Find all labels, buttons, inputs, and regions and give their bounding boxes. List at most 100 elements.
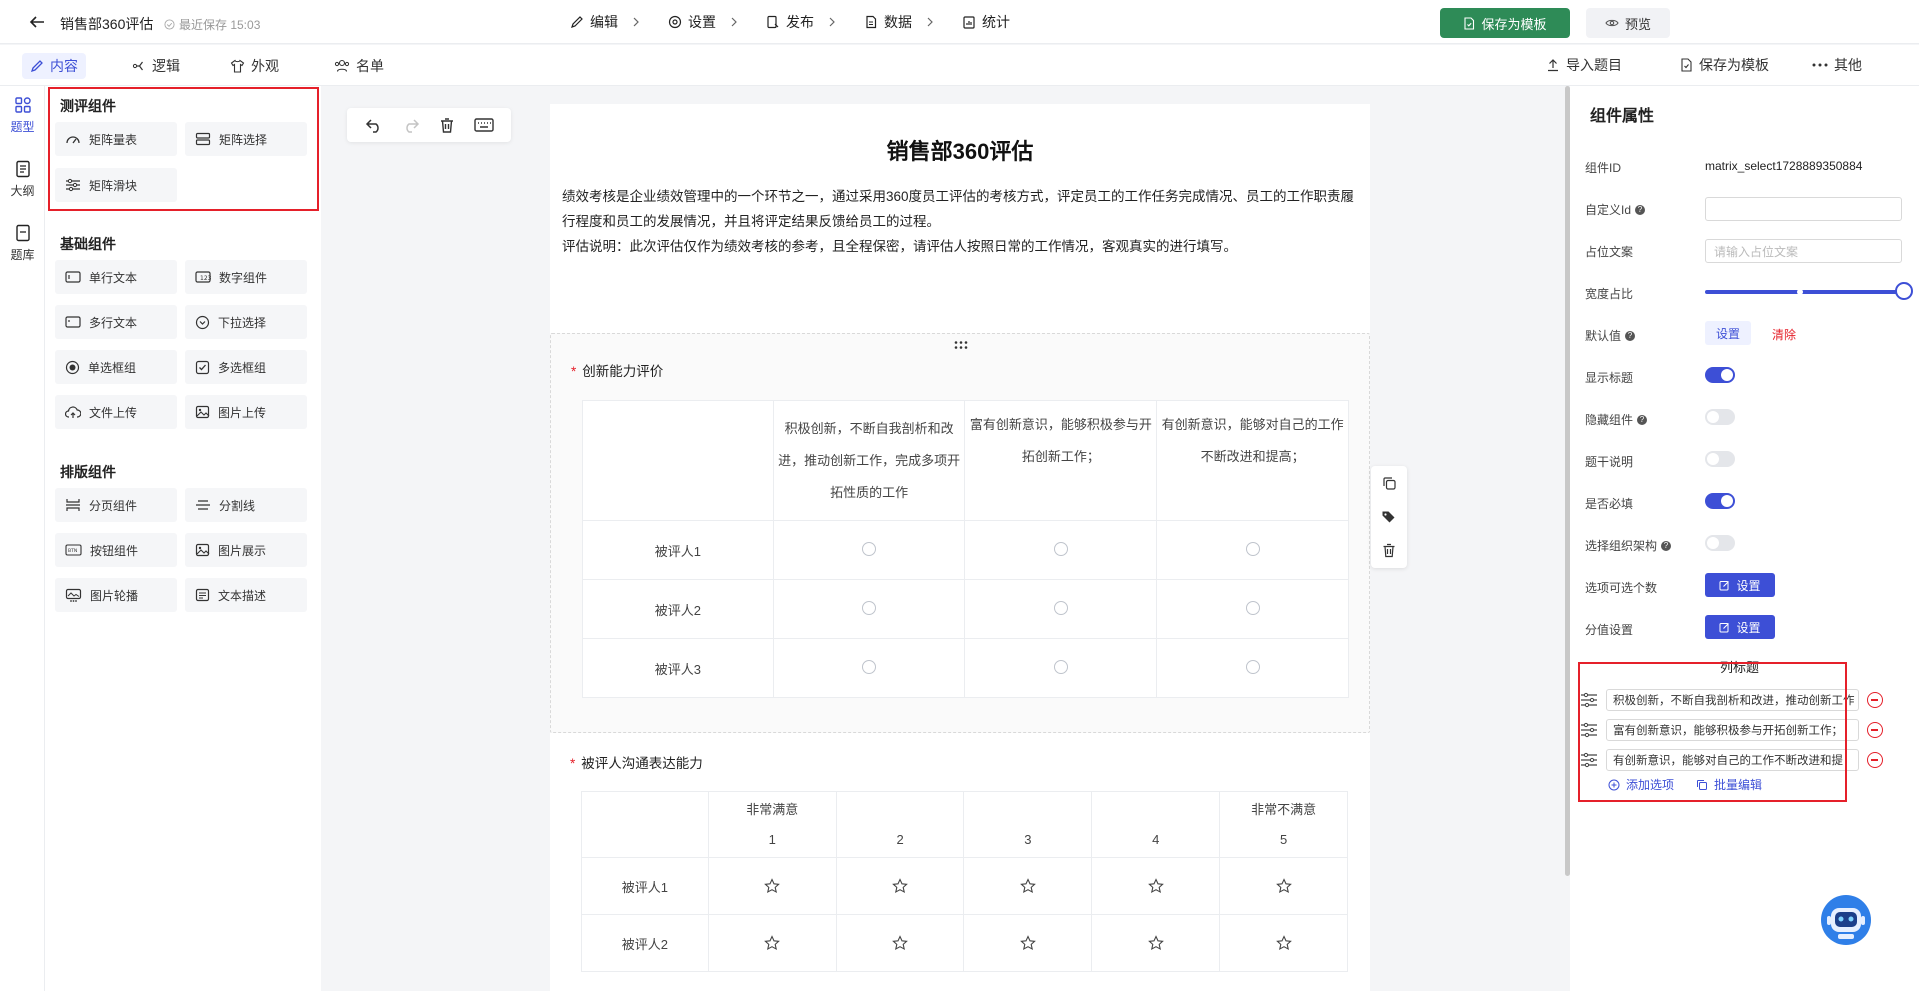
component-matrix-select[interactable]: 矩阵选择 (185, 122, 307, 156)
save-template-tool-button[interactable]: 保存为模板 (1680, 55, 1769, 75)
remove-option-icon[interactable] (1867, 752, 1883, 768)
default-clear-link[interactable]: 清除 (1772, 326, 1796, 343)
preview-button[interactable]: 预览 (1586, 8, 1670, 38)
question-block-selected[interactable]: * 创新能力评价 积极创新，不断自我剖析和改进，推动创新工作，完成多项开拓性质的工… (550, 333, 1370, 733)
rating-cell[interactable] (1091, 857, 1221, 915)
star-icon[interactable] (1147, 878, 1164, 894)
rating-cell[interactable] (835, 857, 965, 915)
score-set-button[interactable]: 设置 (1705, 615, 1775, 639)
help-icon[interactable]: ? (1637, 414, 1648, 425)
matrix-cell[interactable] (964, 638, 1158, 698)
matrix-cell[interactable] (964, 579, 1158, 639)
undo-icon[interactable] (365, 117, 383, 133)
import-questions-button[interactable]: 导入题目 (1546, 55, 1622, 75)
drag-sliders-icon[interactable] (1580, 722, 1598, 738)
nav-question-types[interactable]: 题型 (0, 96, 45, 135)
radio-option[interactable] (1245, 541, 1260, 556)
component-radio-group[interactable]: 单选框组 (55, 350, 177, 384)
step-data[interactable]: 数据 (864, 12, 912, 32)
component-number[interactable]: 123 数字组件 (185, 260, 307, 294)
rating-cell[interactable] (1219, 857, 1348, 915)
rating-cell[interactable] (1219, 914, 1348, 972)
component-matrix-slider[interactable]: 矩阵滑块 (55, 168, 177, 202)
drag-handle-icon[interactable] (953, 340, 969, 350)
hide-component-toggle[interactable] (1705, 409, 1735, 425)
component-matrix-scale[interactable]: 矩阵量表 (55, 122, 177, 156)
column-title-input[interactable]: 有创新意识，能够对自己的工作不断改进和提 (1606, 749, 1859, 771)
radio-option[interactable] (1053, 659, 1068, 674)
drag-sliders-icon[interactable] (1580, 752, 1598, 768)
component-button[interactable]: BTN 按钮组件 (55, 533, 177, 567)
rating-cell[interactable] (707, 857, 837, 915)
tags-icon[interactable] (1381, 510, 1397, 524)
add-option-button[interactable]: 添加选项 (1608, 776, 1674, 793)
rating-cell[interactable] (963, 914, 1093, 972)
redo-icon[interactable] (402, 117, 420, 133)
remove-option-icon[interactable] (1867, 692, 1883, 708)
nav-question-bank[interactable]: 题库 (0, 224, 45, 263)
options-count-set-button[interactable]: 设置 (1705, 573, 1775, 597)
star-icon[interactable] (1275, 935, 1292, 951)
component-checkbox-group[interactable]: 多选框组 (185, 350, 307, 384)
delete-icon[interactable] (1382, 543, 1396, 558)
step-edit[interactable]: 编辑 (570, 12, 618, 32)
matrix-cell[interactable] (772, 638, 966, 698)
batch-edit-button[interactable]: 批量编辑 (1696, 776, 1762, 793)
matrix-cell[interactable] (1156, 520, 1349, 580)
custom-id-input[interactable] (1705, 197, 1902, 221)
width-slider-track[interactable] (1705, 290, 1903, 294)
placeholder-input[interactable]: 请输入占位文案 (1705, 239, 1902, 263)
component-image-upload[interactable]: 图片上传 (185, 395, 307, 429)
star-icon[interactable] (1147, 935, 1164, 951)
column-title-input[interactable]: 富有创新意识，能够积极参与开拓创新工作； (1606, 719, 1859, 741)
star-icon[interactable] (892, 878, 908, 894)
component-dropdown[interactable]: 下拉选择 (185, 305, 307, 339)
radio-option[interactable] (1245, 600, 1260, 615)
default-set-button[interactable]: 设置 (1705, 321, 1751, 345)
rating-cell[interactable] (707, 914, 837, 972)
nav-outline[interactable]: 大纲 (0, 160, 45, 199)
star-icon[interactable] (1020, 878, 1036, 894)
tab-roster[interactable]: 名单 (326, 53, 392, 79)
component-text-description[interactable]: 文本描述 (185, 578, 307, 612)
matrix-cell[interactable] (1156, 638, 1349, 698)
remove-option-icon[interactable] (1867, 722, 1883, 738)
star-icon[interactable] (1275, 878, 1292, 894)
radio-option[interactable] (862, 659, 877, 674)
tab-logic[interactable]: 逻辑 (124, 53, 188, 79)
rating-cell[interactable] (963, 857, 1093, 915)
assistant-robot-icon[interactable] (1820, 894, 1872, 946)
star-icon[interactable] (892, 935, 908, 951)
step-stats[interactable]: 统计 (962, 12, 1010, 32)
star-icon[interactable] (764, 935, 781, 951)
back-arrow-icon[interactable] (28, 13, 46, 31)
drag-sliders-icon[interactable] (1580, 692, 1598, 708)
component-image-display[interactable]: 图片展示 (185, 533, 307, 567)
radio-option[interactable] (862, 541, 877, 556)
component-pagination[interactable]: 分页组件 (55, 488, 177, 522)
rating-cell[interactable] (835, 914, 965, 972)
column-title-input[interactable]: 积极创新，不断自我剖析和改进，推动创新工作 (1606, 689, 1859, 711)
matrix-cell[interactable] (964, 520, 1158, 580)
save-as-template-button[interactable]: 保存为模板 (1440, 8, 1570, 38)
radio-option[interactable] (862, 600, 877, 615)
matrix-cell[interactable] (772, 520, 966, 580)
help-icon[interactable]: ? (1661, 540, 1672, 551)
component-file-upload[interactable]: 文件上传 (55, 395, 177, 429)
show-title-toggle[interactable] (1705, 367, 1735, 383)
tab-content[interactable]: 内容 (22, 53, 86, 79)
radio-option[interactable] (1053, 600, 1068, 615)
help-icon[interactable]: ? (1635, 204, 1646, 215)
radio-option[interactable] (1245, 659, 1260, 674)
star-icon[interactable] (764, 878, 781, 894)
component-multi-line-text[interactable]: 多行文本 (55, 305, 177, 339)
step-settings[interactable]: 设置 (668, 12, 716, 32)
component-single-line-text[interactable]: 单行文本 (55, 260, 177, 294)
stem-description-toggle[interactable] (1705, 451, 1735, 467)
component-divider[interactable]: 分割线 (185, 488, 307, 522)
step-publish[interactable]: 发布 (766, 12, 814, 32)
radio-option[interactable] (1053, 541, 1068, 556)
keyboard-icon[interactable] (473, 118, 494, 132)
matrix-cell[interactable] (772, 579, 966, 639)
rating-cell[interactable] (1091, 914, 1221, 972)
